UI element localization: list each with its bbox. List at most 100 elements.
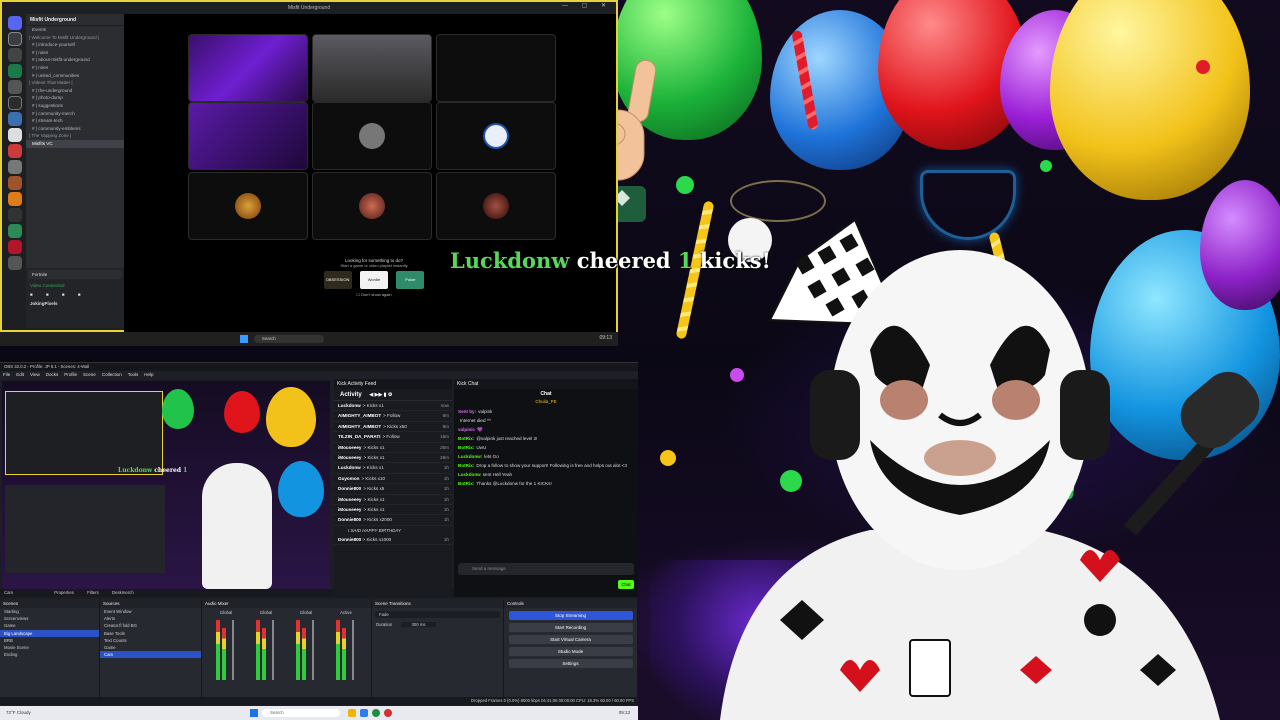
transition-select[interactable]: Fade [375, 611, 500, 619]
start-icon[interactable] [250, 709, 258, 717]
video-tile[interactable] [312, 34, 432, 102]
taskbar-app-icon[interactable] [384, 709, 392, 717]
source-item[interactable]: Game [100, 644, 201, 651]
server-icon[interactable] [8, 240, 22, 254]
server-icon[interactable] [8, 256, 22, 270]
channel-item[interactable]: # | introduce-yourself [26, 41, 124, 49]
menu-item[interactable]: Help [144, 372, 153, 377]
feed-row[interactable]: Guyomon > Kicks x10 1h [334, 474, 452, 485]
video-tile[interactable] [312, 102, 432, 170]
video-tile[interactable] [312, 172, 432, 240]
username[interactable]: JokingPixels [26, 299, 124, 308]
volume-fader[interactable] [312, 620, 314, 680]
channel-item[interactable]: # | stream-tech [26, 117, 124, 125]
scene-item[interactable]: Game [0, 622, 99, 629]
control-button[interactable]: Start Virtual Camera [508, 635, 633, 644]
source-item[interactable]: Base Tools [100, 630, 201, 637]
chat-user[interactable]: Luckdonw: [458, 454, 482, 459]
scene-item[interactable]: BRB [0, 637, 99, 644]
feed-row[interactable]: Luckdonw > Kicks x1 1h [334, 463, 452, 474]
duration-input[interactable]: 300 ms [401, 622, 436, 628]
video-tile[interactable] [188, 102, 308, 170]
video-tile[interactable] [188, 172, 308, 240]
start-icon[interactable] [240, 335, 248, 343]
chat-user[interactable]: BotRix: [458, 445, 474, 450]
menu-item[interactable]: Tools [128, 372, 139, 377]
channel-item[interactable]: # | photo-dump [26, 94, 124, 102]
control-button[interactable]: Studio Mode [508, 647, 633, 656]
voice-buttons[interactable]: ■ ■ ■ ■ [26, 290, 124, 299]
source-item[interactable]: Creator.fl fold BG [100, 622, 201, 629]
scene-item[interactable]: Screenviews [0, 615, 99, 622]
server-icon[interactable] [8, 160, 22, 174]
server-icon[interactable] [8, 208, 22, 222]
chat-send-button[interactable]: Chat [618, 580, 634, 589]
channel-item[interactable]: Misfits VC [26, 139, 124, 148]
video-tile[interactable] [188, 34, 308, 102]
menu-item[interactable]: Scene Collection [83, 372, 122, 377]
server-name[interactable]: Misfit Underground [26, 14, 124, 26]
server-icon[interactable] [8, 80, 22, 94]
taskbar-clock[interactable]: 09:13 [599, 335, 612, 341]
menu-item[interactable]: File [3, 372, 10, 377]
scene-item[interactable]: Big Landscape [0, 629, 99, 637]
scene-bar-tab[interactable]: Deskmerch [112, 590, 134, 595]
feed-row[interactable]: iMouseeey > Kicks x1 1h [334, 505, 452, 516]
server-icon[interactable] [8, 128, 22, 142]
server-icon[interactable] [8, 192, 22, 206]
taskbar-app-icon[interactable] [348, 709, 356, 717]
taskbar-search[interactable]: Search [262, 709, 340, 717]
feed-row[interactable]: iMouseeey > Kicks x1 26m [334, 453, 452, 464]
source-item[interactable]: Text Counts [100, 637, 201, 644]
scene-item[interactable]: Ending [0, 651, 99, 658]
dont-show-checkbox[interactable]: ☐ Don't show again [314, 292, 434, 297]
chat-user[interactable]: Luckdonw [458, 472, 481, 477]
window-controls[interactable]: — ▢ ✕ [562, 2, 612, 9]
feed-row[interactable]: AIMIGHTY_AIMBOT > Kicks x50 8m [334, 422, 452, 433]
feed-row[interactable]: iMouseeey > Kicks x1 26m [334, 443, 452, 453]
scene-item[interactable]: Starting [0, 608, 99, 615]
feed-row[interactable]: iMouseeey > Kicks x1 1h [334, 495, 452, 505]
channel-item[interactable]: # | united_communities [26, 72, 124, 80]
channel-item[interactable]: # | rules [26, 49, 124, 57]
channel-item[interactable]: # | community-emblems [26, 125, 124, 133]
chat-user[interactable]: BotRix: [458, 436, 474, 441]
activity-card[interactable]: OBSESSION [323, 271, 352, 289]
taskbar-search[interactable]: Search [254, 335, 324, 343]
control-button[interactable]: Start Recording [508, 623, 633, 632]
channel-item[interactable]: # | roles [26, 64, 124, 72]
channel-item[interactable]: # | the-underground [26, 87, 124, 95]
server-icon[interactable] [8, 96, 22, 110]
menu-item[interactable]: Edit [16, 372, 24, 377]
channel-item[interactable]: Events [26, 26, 124, 34]
chat-user[interactable]: BotRix: [458, 463, 474, 468]
chat-input[interactable]: Send a message [458, 563, 634, 575]
menu-item[interactable]: View [30, 372, 40, 377]
server-icon[interactable] [8, 32, 22, 46]
server-icon[interactable] [8, 112, 22, 126]
pinned-user[interactable]: Chuila_PE [454, 399, 638, 407]
volume-fader[interactable] [232, 620, 234, 680]
taskbar-clock[interactable]: 09:13 [619, 710, 630, 715]
server-icon[interactable] [8, 176, 22, 190]
menu-item[interactable]: Profile [64, 372, 77, 377]
source-item[interactable]: Alerts [100, 615, 201, 622]
control-button[interactable]: Settings [508, 659, 633, 668]
server-icon[interactable] [8, 224, 22, 238]
feed-row[interactable]: Luckdonw > Kicks x1 now [334, 401, 452, 412]
scene-bar-tab[interactable]: Properties [54, 590, 74, 595]
server-icon[interactable] [8, 64, 22, 78]
channel-item[interactable]: # | community-merch [26, 110, 124, 118]
source-item[interactable]: Event Window [100, 608, 201, 615]
menu-item[interactable]: Docks [46, 372, 59, 377]
taskbar-app-icon[interactable] [372, 709, 380, 717]
video-tile[interactable] [436, 102, 556, 170]
feed-row[interactable]: Donnie800 > Kicks x1000 1h [334, 535, 452, 546]
activity-game[interactable]: Fortnite [28, 270, 122, 279]
feed-controls[interactable]: ◀ ▶▶ ▮ ⚙ [369, 392, 392, 398]
server-icon[interactable] [8, 144, 22, 158]
scene-bar-tab[interactable]: Filters [87, 590, 99, 595]
video-tile[interactable] [436, 172, 556, 240]
volume-fader[interactable] [352, 620, 354, 680]
video-tile[interactable] [436, 34, 556, 102]
